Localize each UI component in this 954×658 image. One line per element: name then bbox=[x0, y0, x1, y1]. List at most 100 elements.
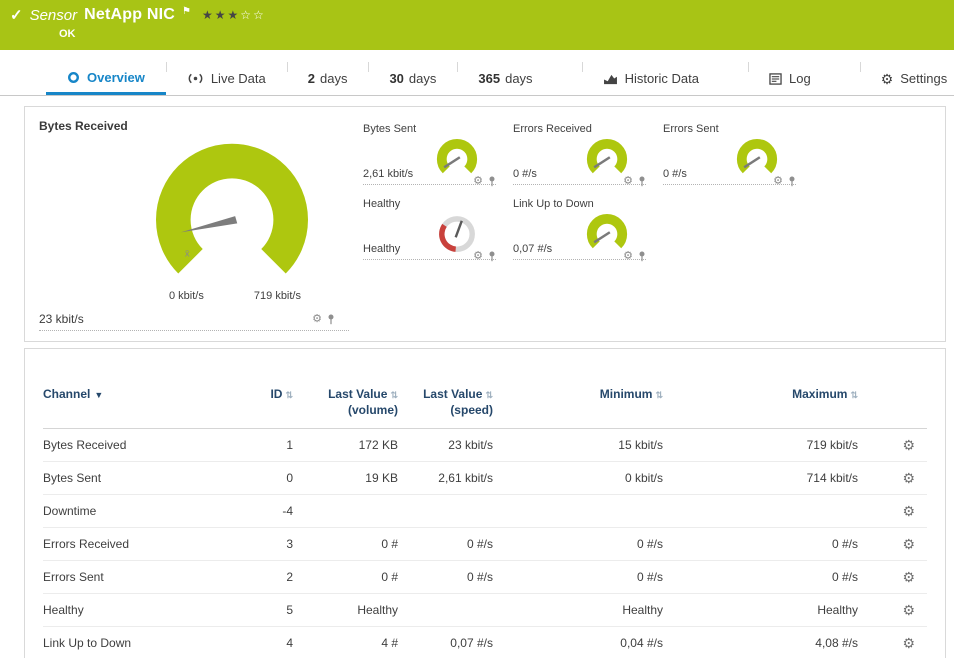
col-header-id-label: ID bbox=[270, 387, 282, 401]
last-value-volume: Healthy bbox=[293, 603, 398, 617]
sort-icon: ⇅ bbox=[285, 390, 293, 400]
channel-name[interactable]: Bytes Received bbox=[43, 438, 223, 452]
channel-id: 5 bbox=[223, 603, 293, 617]
small-gauges-area: Bytes Sent 2,61 kbit/s ⚙ Errors Received… bbox=[363, 119, 931, 331]
channel-id: 0 bbox=[223, 471, 293, 485]
channel-name[interactable]: Errors Sent bbox=[43, 570, 223, 584]
sort-icon: ⇅ bbox=[655, 390, 663, 400]
tab-live-data[interactable]: Live Data bbox=[166, 62, 287, 95]
small-gauge-value: 0 #/s bbox=[663, 168, 687, 180]
favorite-flag-icon[interactable]: ⚑ bbox=[182, 6, 191, 17]
channel-name[interactable]: Downtime bbox=[43, 504, 223, 518]
small-gauge-value: 0,07 #/s bbox=[513, 243, 552, 255]
gauge-settings-icon[interactable]: ⚙ bbox=[623, 176, 633, 187]
tab-settings[interactable]: ⚙ Settings bbox=[860, 62, 954, 95]
table-row-bytes-received: Bytes Received 1 172 KB 23 kbit/s 15 kbi… bbox=[43, 429, 927, 462]
tab-historic-data-label: Historic Data bbox=[625, 71, 699, 86]
small-gauge-cell-link-up-to-down: Link Up to Down 0,07 #/s ⚙ bbox=[513, 198, 646, 260]
gauge-arc bbox=[173, 161, 290, 261]
tab-2-days-label: days bbox=[320, 71, 347, 86]
stars-filled: ★★★ bbox=[202, 8, 240, 22]
col-header-maximum-label: Maximum bbox=[792, 387, 847, 401]
settings-gear-icon: ⚙ bbox=[881, 72, 894, 86]
pin-icon[interactable] bbox=[638, 176, 646, 187]
last-value-volume: 172 KB bbox=[293, 438, 398, 452]
minimum-value: 0 kbit/s bbox=[493, 471, 663, 485]
gauge-needle bbox=[456, 221, 462, 238]
minimum-value: 0,04 #/s bbox=[493, 636, 663, 650]
channel-name[interactable]: Errors Received bbox=[43, 537, 223, 551]
sensor-title: NetApp NIC bbox=[84, 6, 175, 24]
pin-icon[interactable] bbox=[788, 176, 796, 187]
channel-name[interactable]: Bytes Sent bbox=[43, 471, 223, 485]
maximum-value: 4,08 #/s bbox=[663, 636, 858, 650]
channel-id: 4 bbox=[223, 636, 293, 650]
channel-name[interactable]: Healthy bbox=[43, 603, 223, 617]
channel-id: -4 bbox=[223, 504, 293, 518]
table-row-downtime: Downtime -4 ⚙ bbox=[43, 495, 927, 528]
tab-bar: Overview Live Data 2 days 30 days 365 da… bbox=[0, 62, 954, 96]
gauge-settings-icon[interactable]: ⚙ bbox=[312, 314, 322, 325]
channel-settings-icon[interactable]: ⚙ bbox=[902, 602, 915, 618]
last-value-volume: 0 # bbox=[293, 570, 398, 584]
maximum-value: 714 kbit/s bbox=[663, 471, 858, 485]
last-value-volume: 0 # bbox=[293, 537, 398, 551]
gauges-panel: Bytes Received x̄ 0 kbit/s 719 kbit/s 23… bbox=[24, 106, 946, 342]
tab-overview[interactable]: Overview bbox=[46, 62, 166, 95]
tab-2-days[interactable]: 2 days bbox=[287, 62, 369, 95]
gauge-settings-icon[interactable]: ⚙ bbox=[623, 251, 633, 262]
sort-icon: ⇅ bbox=[485, 390, 493, 400]
bytes-received-gauge[interactable]: x̄ bbox=[127, 138, 337, 290]
object-kind-label: Sensor bbox=[30, 7, 78, 24]
maximum-value: 0 #/s bbox=[663, 570, 858, 584]
tab-365-days[interactable]: 365 days bbox=[457, 62, 553, 95]
tab-365-days-number: 365 bbox=[478, 71, 500, 86]
col-header-minimum[interactable]: Minimum⇅ bbox=[493, 387, 663, 403]
pin-icon[interactable] bbox=[488, 176, 496, 187]
maximum-value: 0 #/s bbox=[663, 537, 858, 551]
small-gauge-value: 0 #/s bbox=[513, 168, 537, 180]
channel-settings-icon[interactable]: ⚙ bbox=[902, 503, 915, 519]
channel-settings-icon[interactable]: ⚙ bbox=[902, 635, 915, 651]
tab-log[interactable]: Log bbox=[748, 62, 832, 95]
table-row-link-up-to-down: Link Up to Down 4 4 # 0,07 #/s 0,04 #/s … bbox=[43, 627, 927, 658]
table-row-errors-sent: Errors Sent 2 0 # 0 #/s 0 #/s 0 #/s ⚙ bbox=[43, 561, 927, 594]
channel-settings-icon[interactable]: ⚙ bbox=[902, 470, 915, 486]
sort-icon: ⇅ bbox=[390, 390, 398, 400]
col-header-channel[interactable]: Channel▼ bbox=[43, 387, 223, 403]
channel-settings-icon[interactable]: ⚙ bbox=[902, 536, 915, 552]
small-gauge-value: 2,61 kbit/s bbox=[363, 168, 413, 180]
col-header-maximum[interactable]: Maximum⇅ bbox=[663, 387, 858, 403]
tab-30-days[interactable]: 30 days bbox=[368, 62, 457, 95]
minimum-value: 15 kbit/s bbox=[493, 438, 663, 452]
col-header-last-value-volume[interactable]: Last Value⇅ (volume) bbox=[293, 387, 398, 418]
gauge-settings-icon[interactable]: ⚙ bbox=[773, 176, 783, 187]
table-row-healthy: Healthy 5 Healthy Healthy Healthy ⚙ bbox=[43, 594, 927, 627]
col-header-last-speed-line2: (speed) bbox=[398, 403, 493, 418]
pin-icon[interactable] bbox=[488, 251, 496, 262]
gauge-settings-icon[interactable]: ⚙ bbox=[473, 176, 483, 187]
gauge-scale: 0 kbit/s 719 kbit/s bbox=[127, 290, 337, 304]
priority-stars[interactable]: ★★★☆☆ bbox=[202, 8, 266, 22]
small-gauge-cell-errors-received: Errors Received 0 #/s ⚙ bbox=[513, 123, 646, 185]
tab-2-days-number: 2 bbox=[308, 71, 315, 86]
small-gauge-value: Healthy bbox=[363, 243, 400, 255]
channel-settings-icon[interactable]: ⚙ bbox=[902, 437, 915, 453]
channel-name[interactable]: Link Up to Down bbox=[43, 636, 223, 650]
pin-icon[interactable] bbox=[638, 251, 646, 262]
pin-icon[interactable] bbox=[327, 314, 335, 325]
last-value-speed: 0,07 #/s bbox=[398, 636, 493, 650]
ok-check-icon: ✓ bbox=[10, 8, 23, 23]
channel-id: 3 bbox=[223, 537, 293, 551]
table-header-row: Channel▼ ID⇅ Last Value⇅ (volume) Last V… bbox=[43, 387, 927, 429]
small-gauge-cell-bytes-sent: Bytes Sent 2,61 kbit/s ⚙ bbox=[363, 123, 496, 185]
gauge-settings-icon[interactable]: ⚙ bbox=[473, 251, 483, 262]
channel-settings-icon[interactable]: ⚙ bbox=[902, 569, 915, 585]
col-header-id[interactable]: ID⇅ bbox=[223, 387, 293, 403]
tab-log-label: Log bbox=[789, 71, 811, 86]
tab-historic-data[interactable]: Historic Data bbox=[582, 62, 720, 95]
gauge-max-label: 719 kbit/s bbox=[254, 290, 301, 304]
col-header-last-value-speed[interactable]: Last Value⇅ (speed) bbox=[398, 387, 493, 418]
channel-id: 1 bbox=[223, 438, 293, 452]
maximum-value: 719 kbit/s bbox=[663, 438, 858, 452]
